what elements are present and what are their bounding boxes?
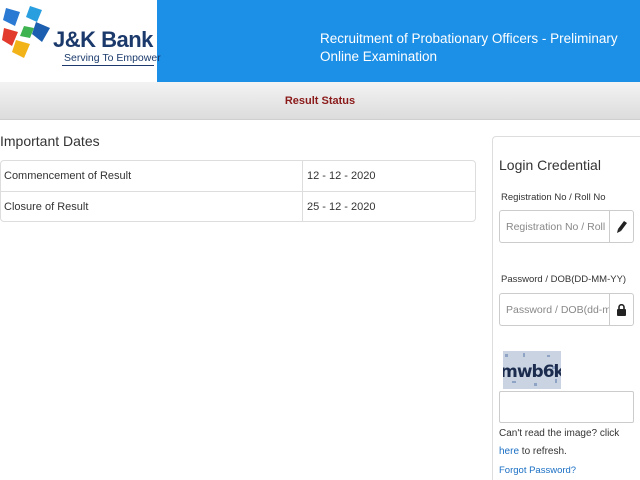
result-status-title: Result Status — [284, 95, 356, 107]
date-label: Commencement of Result — [4, 170, 132, 182]
page-title: Recruitment of Probationary Officers - P… — [320, 31, 618, 64]
lock-icon — [609, 293, 634, 326]
tagline-underline — [62, 65, 154, 66]
important-dates-heading: Important Dates — [0, 133, 100, 149]
password-label: Password / DOB(DD-MM-YY) — [501, 274, 627, 285]
date-value: 25 - 12 - 2020 — [307, 201, 376, 213]
date-value: 12 - 12 - 2020 — [307, 170, 376, 182]
captcha-refresh-link[interactable]: here — [499, 446, 519, 457]
captcha-image: mwb6k — [503, 351, 561, 389]
password-input-group — [499, 293, 634, 326]
table-row: Closure of Result 25 - 12 - 2020 — [1, 191, 475, 222]
password-input[interactable] — [499, 293, 609, 326]
captcha-text: mwb6k — [503, 362, 561, 382]
important-dates-table: Commencement of Result 12 - 12 - 2020 Cl… — [0, 160, 476, 222]
captcha-input[interactable] — [499, 391, 634, 423]
bank-logo[interactable]: J&K Bank Serving To Empower — [0, 0, 161, 82]
pencil-icon — [609, 210, 634, 243]
table-row: Commencement of Result 12 - 12 - 2020 — [1, 161, 475, 191]
registration-input[interactable] — [499, 210, 609, 243]
cell-divider — [302, 192, 303, 222]
bank-logo-mark-icon — [2, 6, 50, 58]
brand-tagline: Serving To Empower — [64, 52, 161, 64]
site-header: J&K Bank Serving To Empower Recruitment … — [0, 0, 640, 82]
captcha-refresh-text: Can't read the image? click here to refr… — [499, 428, 620, 457]
date-label: Closure of Result — [4, 201, 89, 213]
brand-name: J&K Bank — [53, 27, 153, 52]
registration-label: Registration No / Roll No — [501, 192, 606, 203]
result-status-bar: Result Status — [0, 82, 640, 120]
login-panel: Login Credential Registration No / Roll … — [492, 136, 640, 480]
forgot-password-link[interactable]: Forgot Password? — [499, 465, 576, 476]
login-title: Login Credential — [499, 157, 601, 173]
registration-input-group — [499, 210, 634, 243]
cell-divider — [302, 161, 303, 191]
